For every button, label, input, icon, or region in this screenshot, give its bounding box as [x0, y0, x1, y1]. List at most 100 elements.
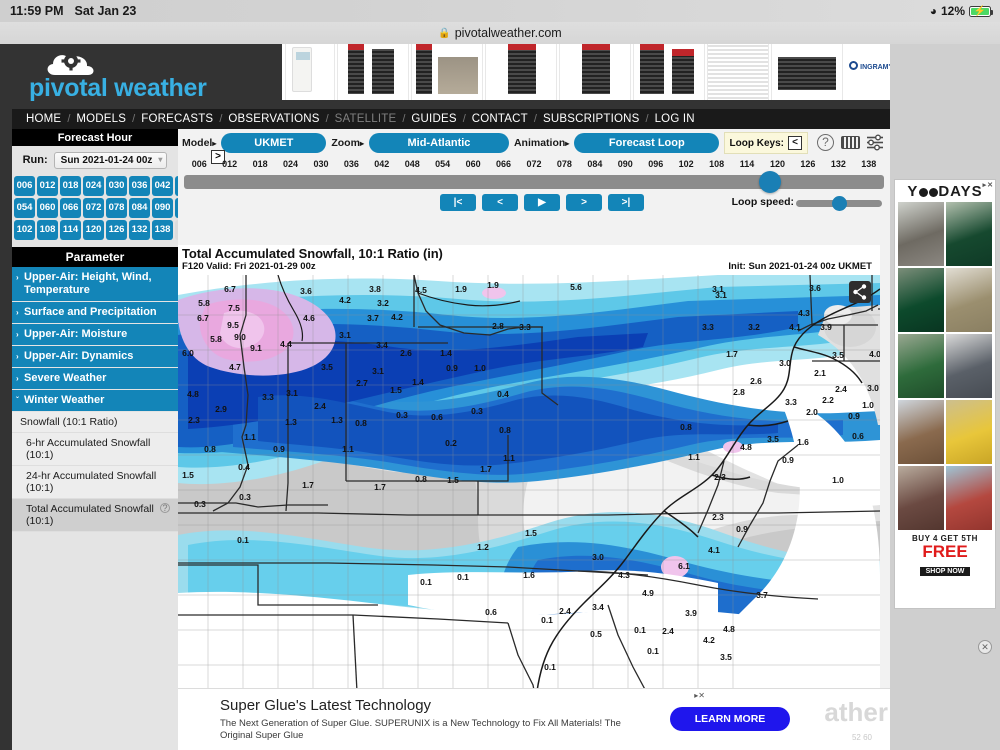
bottom-ad-title: Super Glue's Latest Technology	[220, 697, 432, 714]
status-date: Sat Jan 23	[74, 4, 137, 18]
sidebar-filler	[12, 532, 178, 750]
previous-frame-button[interactable]: <	[482, 194, 518, 211]
help-icon[interactable]: ?	[160, 503, 170, 513]
nav-item-observations[interactable]: OBSERVATIONS	[222, 113, 325, 125]
model-select-button[interactable]: UKMET	[221, 133, 327, 153]
first-frame-button[interactable]: |<	[440, 194, 476, 211]
last-frame-button[interactable]: >|	[608, 194, 644, 211]
snowfall-value: 1.1	[342, 444, 354, 454]
snowfall-value: 3.6	[809, 283, 821, 293]
snowfall-value: 1.1	[503, 453, 515, 463]
snowfall-value: 6.0	[182, 348, 194, 358]
param-item-24hr-snowfall[interactable]: 24-hr Accumulated Snowfall (10:1)	[12, 466, 178, 499]
forecast-hour-114[interactable]: 114	[60, 220, 81, 240]
adchoices-icon[interactable]: ▸✕	[983, 181, 994, 189]
forecast-hour-030[interactable]: 030	[106, 176, 127, 196]
nav-item-subscriptions[interactable]: SUBSCRIPTIONS	[537, 113, 646, 125]
browser-address-bar[interactable]: 🔒 pivotalweather.com	[0, 22, 1000, 44]
forecast-hour-084[interactable]: 084	[129, 198, 150, 218]
snowfall-value: 3.5	[321, 362, 333, 372]
loop-speed-handle[interactable]	[832, 196, 848, 211]
nav-item-satellite[interactable]: SATELLITE	[329, 113, 403, 125]
param-group-upper-air-moisture[interactable]: › Upper-Air: Moisture	[12, 324, 178, 346]
snowfall-value: 2.3	[712, 512, 724, 522]
param-group-winter-weather[interactable]: ˇ Winter Weather	[12, 390, 178, 412]
forecast-hour-090[interactable]: 090	[152, 198, 173, 218]
transport-controls: |< < ▶ > >| Loop speed:	[178, 194, 890, 218]
forecast-hour-006[interactable]: 006	[14, 176, 35, 196]
learn-more-button[interactable]: LEARN MORE	[670, 707, 790, 731]
parameter-header: Parameter	[12, 247, 178, 267]
next-frame-button[interactable]: >	[566, 194, 602, 211]
param-group-upper-air-height-wind-temperature[interactable]: › Upper-Air: Height, Wind, Temperature	[12, 267, 178, 302]
nav-item-forecasts[interactable]: FORECASTS	[135, 113, 219, 125]
forecast-hour-012[interactable]: 012	[37, 176, 58, 196]
close-icon[interactable]: ✕	[978, 640, 992, 654]
top-banner-ad[interactable]: INGRAM'S	[282, 44, 902, 100]
forecast-hour-066[interactable]: 066	[60, 198, 81, 218]
right-sidebar-ad[interactable]: Y DAYS ▸✕ BUY 4 GET 5TH FREE SHOP NOW ✕	[890, 44, 1000, 750]
forecast-hour-054[interactable]: 054	[14, 198, 35, 218]
snowfall-value: 4.6	[303, 313, 315, 323]
forecast-hour-120[interactable]: 120	[83, 220, 104, 240]
ad-footer[interactable]: BUY 4 GET 5TH FREE SHOP NOW	[895, 530, 995, 578]
forecast-hour-072[interactable]: 072	[83, 198, 104, 218]
snowfall-value: 7.5	[228, 303, 240, 313]
tick-label-024: 024	[283, 159, 299, 169]
snowfall-value: 3.3	[262, 392, 274, 402]
map-subtitle-row: F120 Valid: Fri 2021-01-29 00z Init: Sun…	[178, 261, 880, 274]
forecast-hour-126[interactable]: 126	[106, 220, 127, 240]
nav-item-home[interactable]: HOME	[20, 113, 67, 125]
forecast-hour-018[interactable]: 018	[60, 176, 81, 196]
nav-item-models[interactable]: MODELS	[70, 113, 132, 125]
param-item-6hr-snowfall[interactable]: 6-hr Accumulated Snowfall (10:1)	[12, 433, 178, 466]
forecast-hour-036[interactable]: 036	[129, 176, 150, 196]
snowfall-value: 3.1	[372, 366, 384, 376]
snowfall-value: 3.9	[685, 608, 697, 618]
nav-item-contact[interactable]: CONTACT	[466, 113, 534, 125]
play-button[interactable]: ▶	[524, 194, 560, 211]
snowfall-value: 1.0	[862, 400, 874, 410]
param-group-surface-and-precipitation[interactable]: › Surface and Precipitation	[12, 302, 178, 324]
forecast-hour-078[interactable]: 078	[106, 198, 127, 218]
forecast-hour-042[interactable]: 042	[152, 176, 173, 196]
site-header: pivotal weather INGRAM'S	[12, 44, 902, 109]
param-item-total-snowfall[interactable]: ? Total Accumulated Snowfall (10:1)	[12, 499, 178, 532]
snowfall-value: 1.4	[440, 348, 452, 358]
loop-key-prev-button[interactable]: <	[788, 136, 802, 150]
sliders-icon[interactable]	[866, 134, 884, 151]
snowfall-map[interactable]: 5.8 7.5 6.7 6.7 9.5 5.8 9.0 9.1 6.0 4.7 4.8 2.9 2.3 1…	[178, 275, 880, 711]
keyboard-icon[interactable]	[841, 136, 860, 149]
chevron-down-icon: ˇ	[16, 396, 19, 405]
forecast-hour-102[interactable]: 102	[14, 220, 35, 240]
forecast-hour-slider[interactable]	[184, 171, 884, 193]
snowfall-value: 3.3	[702, 322, 714, 332]
site-logo[interactable]: pivotal weather	[17, 46, 267, 108]
run-selector-row: Run: Sun 2021-01-24 00z	[12, 146, 178, 174]
param-group-upper-air-dynamics[interactable]: › Upper-Air: Dynamics	[12, 346, 178, 368]
forecast-hour-024[interactable]: 024	[83, 176, 104, 196]
snowfall-value: 4.2	[339, 295, 351, 305]
snowfall-value: 0.1	[544, 662, 556, 672]
ad-card[interactable]: Y DAYS ▸✕ BUY 4 GET 5TH FREE SHOP NOW	[894, 179, 996, 609]
forecast-hour-060[interactable]: 060	[37, 198, 58, 218]
ad-shop-now-button[interactable]: SHOP NOW	[919, 567, 971, 576]
adchoices-icon[interactable]: ▸✕	[694, 691, 705, 700]
nav-item-guides[interactable]: GUIDES	[405, 113, 462, 125]
snowfall-value: 0.6	[431, 412, 443, 422]
bottom-banner-ad[interactable]: ▸✕ Super Glue's Latest Technology The Ne…	[178, 688, 890, 750]
ad-product-image	[898, 202, 944, 266]
forecast-hour-132[interactable]: 132	[129, 220, 150, 240]
loop-speed-slider[interactable]	[796, 196, 882, 211]
animation-select-button[interactable]: Forecast Loop	[574, 133, 720, 153]
run-select[interactable]: Sun 2021-01-24 00z	[53, 151, 168, 169]
question-mark-icon[interactable]: ?	[817, 134, 834, 151]
forecast-hour-108[interactable]: 108	[37, 220, 58, 240]
forecast-hour-138[interactable]: 138	[152, 220, 173, 240]
zoom-select-button[interactable]: Mid-Atlantic	[368, 133, 509, 153]
param-group-severe-weather[interactable]: › Severe Weather	[12, 368, 178, 390]
share-icon[interactable]	[849, 281, 871, 303]
nav-item-login[interactable]: LOG IN	[649, 113, 701, 125]
slider-handle[interactable]	[759, 171, 782, 193]
snowfall-value: 4.4	[280, 339, 292, 349]
